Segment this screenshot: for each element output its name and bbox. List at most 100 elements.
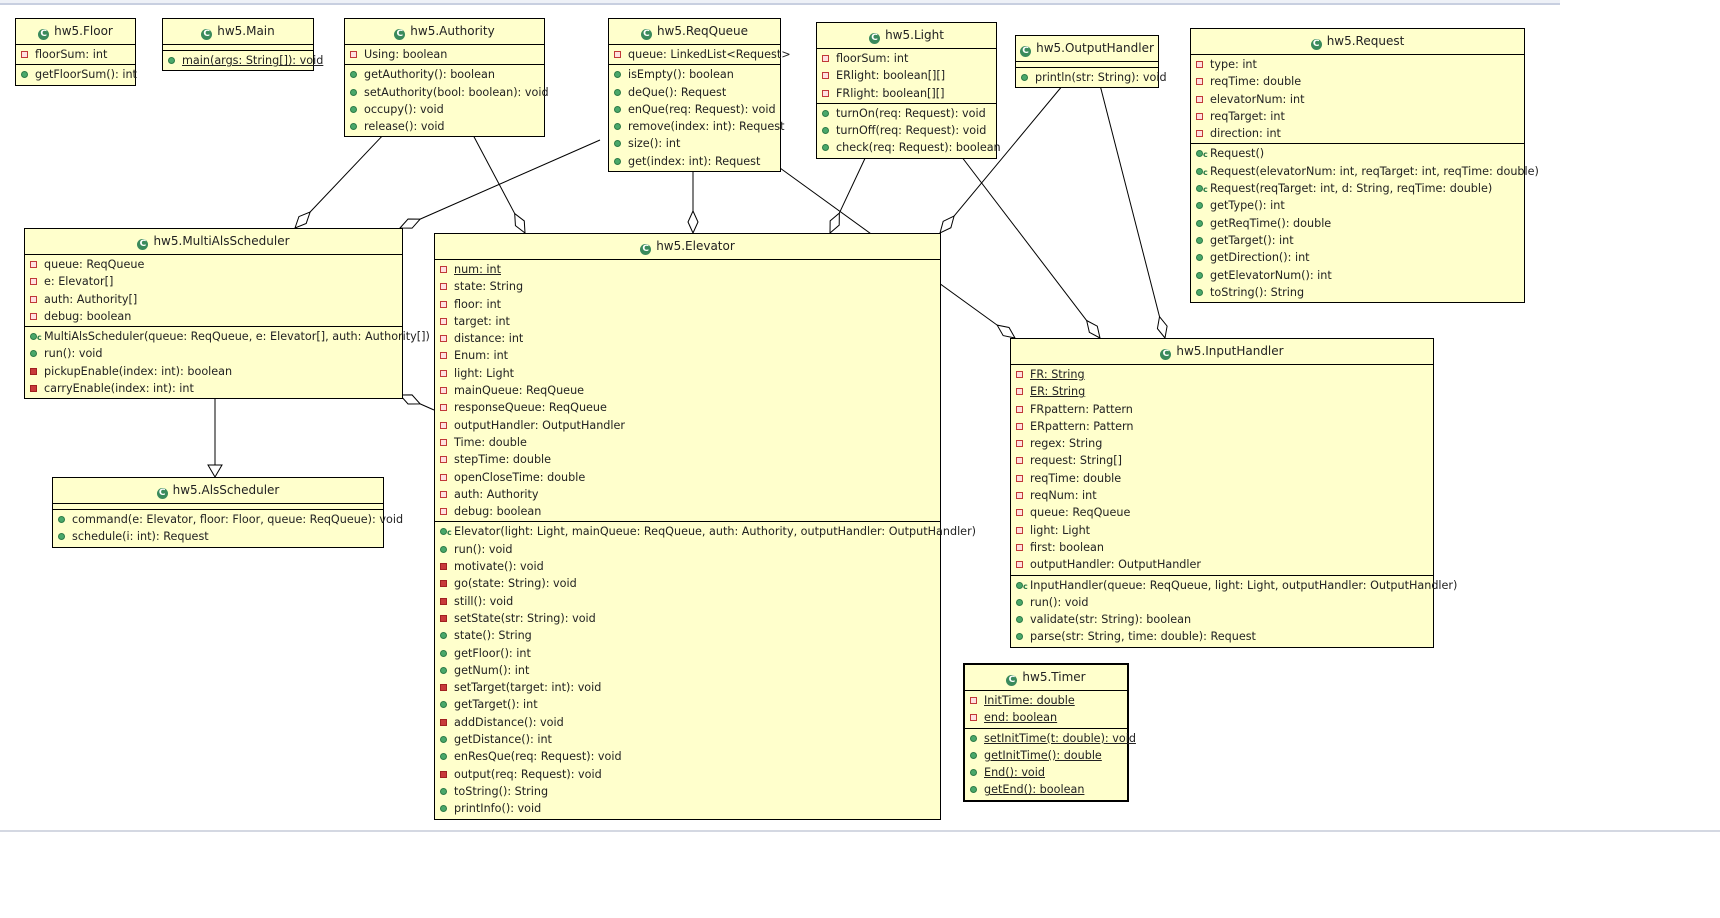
method-row[interactable]: still(): void xyxy=(435,593,940,610)
attribute-row[interactable]: queue: LinkedList<Request> xyxy=(609,46,791,63)
aggregation-authority-multials[interactable] xyxy=(294,132,386,229)
method-row[interactable]: isEmpty(): boolean xyxy=(609,66,780,83)
attribute-row[interactable]: reqTime: double xyxy=(1191,73,1524,90)
attribute-row[interactable]: request: String[] xyxy=(1011,452,1433,469)
method-row[interactable]: release(): void xyxy=(345,118,544,135)
method-row[interactable]: printInfo(): void xyxy=(435,800,940,817)
method-row[interactable]: getTarget(): int xyxy=(435,696,940,713)
aggregation-light-elevator[interactable] xyxy=(829,151,869,235)
method-row[interactable]: setTarget(target: int): void xyxy=(435,679,940,696)
attribute-row[interactable]: InitTime: double xyxy=(965,692,1127,709)
attribute-row[interactable]: outputHandler: OutputHandler xyxy=(1011,556,1433,573)
aggregation-reqqueue-multials[interactable] xyxy=(398,139,601,229)
method-row[interactable]: End(): void xyxy=(965,764,1127,781)
attribute-row[interactable]: distance: int xyxy=(435,330,940,347)
class-light[interactable]: Chw5.Light floorSum: int ERlight: boolean[… xyxy=(816,22,1001,159)
class-alsscheduler[interactable]: Chw5.AlsScheduler command(e: Elevator, fl… xyxy=(52,477,403,548)
method-row[interactable]: getReqTime(): double xyxy=(1191,215,1524,232)
method-row[interactable]: setAuthority(bool: boolean): void xyxy=(345,84,549,101)
class-multials[interactable]: Chw5.MultiAlsScheduler queue: ReqQueue e: … xyxy=(24,228,430,400)
attribute-row[interactable]: direction: int xyxy=(1191,125,1524,142)
method-row[interactable]: main(args: String[]): void xyxy=(163,52,323,69)
method-row[interactable]: turnOff(req: Request): void xyxy=(817,122,996,139)
attribute-row[interactable]: ER: String xyxy=(1011,383,1433,400)
attribute-row[interactable]: elevatorNum: int xyxy=(1191,91,1524,108)
method-row[interactable]: getInitTime(): double xyxy=(965,747,1127,764)
class-diagram-canvas[interactable]: Chw5.Floor floorSum: int getFloorSum(): in… xyxy=(0,0,1720,830)
attribute-row[interactable]: FRlight: boolean[][] xyxy=(817,85,996,102)
method-row[interactable]: getElevatorNum(): int xyxy=(1191,267,1524,284)
attribute-row[interactable]: light: Light xyxy=(435,365,940,382)
aggregation-reqqueue-elevator[interactable] xyxy=(687,168,699,235)
attribute-row[interactable]: floorSum: int xyxy=(817,50,996,67)
attribute-row[interactable]: floorSum: int xyxy=(16,46,135,63)
method-row[interactable]: getDistance(): int xyxy=(435,731,940,748)
class-request[interactable]: Chw5.Request type: int reqTime: double elev… xyxy=(1190,28,1539,304)
method-row[interactable]: getFloorSum(): int xyxy=(16,66,137,83)
attribute-row[interactable]: responseQueue: ReqQueue xyxy=(435,399,940,416)
aggregation-elevator-multials[interactable] xyxy=(398,394,435,411)
attribute-row[interactable]: auth: Authority[] xyxy=(25,291,402,308)
attribute-row[interactable]: queue: ReqQueue xyxy=(25,256,402,273)
method-row[interactable]: state(): String xyxy=(435,627,940,644)
attribute-row[interactable]: FR: String xyxy=(1011,366,1433,383)
attribute-row[interactable]: reqTarget: int xyxy=(1191,108,1524,125)
method-row[interactable]: output(req: Request): void xyxy=(435,766,940,783)
method-row[interactable]: run(): void xyxy=(1011,594,1433,611)
class-inputhandler[interactable]: Chw5.InputHandler FR: String ER: String FRp… xyxy=(1010,338,1457,648)
method-row[interactable]: getAuthority(): boolean xyxy=(345,66,544,83)
attribute-row[interactable]: mainQueue: ReqQueue xyxy=(435,382,940,399)
attribute-row[interactable]: outputHandler: OutputHandler xyxy=(435,417,940,434)
method-row[interactable]: getTarget(): int xyxy=(1191,232,1524,249)
class-reqqueue[interactable]: Chw5.ReqQueue queue: LinkedList<Request> i… xyxy=(608,18,791,173)
attribute-row[interactable]: regex: String xyxy=(1011,435,1433,452)
method-row[interactable]: parse(str: String, time: double): Reques… xyxy=(1011,628,1433,645)
attribute-row[interactable]: first: boolean xyxy=(1011,539,1433,556)
method-row[interactable]: addDistance(): void xyxy=(435,714,940,731)
method-row[interactable]: validate(str: String): boolean xyxy=(1011,611,1433,628)
attribute-row[interactable]: debug: boolean xyxy=(25,308,402,325)
class-main[interactable]: Chw5.Main main(args: String[]): void xyxy=(162,18,323,72)
method-row[interactable]: size(): int xyxy=(609,135,780,152)
generalization-multials-alsscheduler[interactable] xyxy=(207,395,223,478)
method-row[interactable]: go(state: String): void xyxy=(435,575,940,592)
method-row[interactable]: check(req: Request): boolean xyxy=(817,139,1001,156)
class-authority[interactable]: Chw5.Authority Using: boolean getAuthority… xyxy=(344,18,549,138)
method-row[interactable]: getFloor(): int xyxy=(435,645,940,662)
class-elevator[interactable]: Chw5.Elevator num: int state: String floor:… xyxy=(434,233,976,820)
aggregation-authority-elevator[interactable] xyxy=(471,132,526,235)
method-row[interactable]: remove(index: int): Request xyxy=(609,118,785,135)
attribute-row[interactable]: openCloseTime: double xyxy=(435,469,940,486)
attribute-row[interactable]: queue: ReqQueue xyxy=(1011,504,1433,521)
method-row[interactable]: getDirection(): int xyxy=(1191,249,1524,266)
attribute-row[interactable]: light: Light xyxy=(1011,522,1433,539)
aggregation-light-inputhandler[interactable] xyxy=(957,151,1101,339)
method-row[interactable]: getType(): int xyxy=(1191,197,1524,214)
method-row[interactable]: run(): void xyxy=(435,541,940,558)
method-row[interactable]: schedule(i: int): Request xyxy=(53,528,383,545)
attribute-row[interactable]: e: Elevator[] xyxy=(25,273,402,290)
method-row[interactable]: c MultiAlsScheduler(queue: ReqQueue, e: E… xyxy=(25,328,430,345)
attribute-row[interactable]: Using: boolean xyxy=(345,46,544,63)
method-row[interactable]: println(str: String): void xyxy=(1016,69,1167,86)
method-row[interactable]: motivate(): void xyxy=(435,558,940,575)
method-row[interactable]: c Request(reqTarget: int, d: String, reqT… xyxy=(1191,180,1524,197)
method-row[interactable]: pickupEnable(index: int): boolean xyxy=(25,363,402,380)
method-row[interactable]: c Request(elevatorNum: int, reqTarget: in… xyxy=(1191,163,1539,180)
attribute-row[interactable]: state: String xyxy=(435,278,940,295)
method-row[interactable]: run(): void xyxy=(25,345,402,362)
attribute-row[interactable]: ERpattern: Pattern xyxy=(1011,418,1433,435)
attribute-row[interactable]: FRpattern: Pattern xyxy=(1011,401,1433,418)
attribute-row[interactable]: floor: int xyxy=(435,296,940,313)
class-outputhandler[interactable]: Chw5.OutputHandler println(str: String): … xyxy=(1015,35,1167,89)
method-row[interactable]: toString(): String xyxy=(1191,284,1524,301)
aggregation-outputhandler-inputhandler[interactable] xyxy=(1099,84,1168,340)
method-row[interactable]: c Request() xyxy=(1191,145,1524,162)
method-row[interactable]: c Elevator(light: Light, mainQueue: ReqQu… xyxy=(435,523,976,540)
method-row[interactable]: toString(): String xyxy=(435,783,940,800)
method-row[interactable]: get(index: int): Request xyxy=(609,153,780,170)
attribute-row[interactable]: reqTime: double xyxy=(1011,470,1433,487)
attribute-row[interactable]: ERlight: boolean[][] xyxy=(817,67,996,84)
attribute-row[interactable]: debug: boolean xyxy=(435,503,940,520)
method-row[interactable]: c InputHandler(queue: ReqQueue, light: Li… xyxy=(1011,577,1457,594)
